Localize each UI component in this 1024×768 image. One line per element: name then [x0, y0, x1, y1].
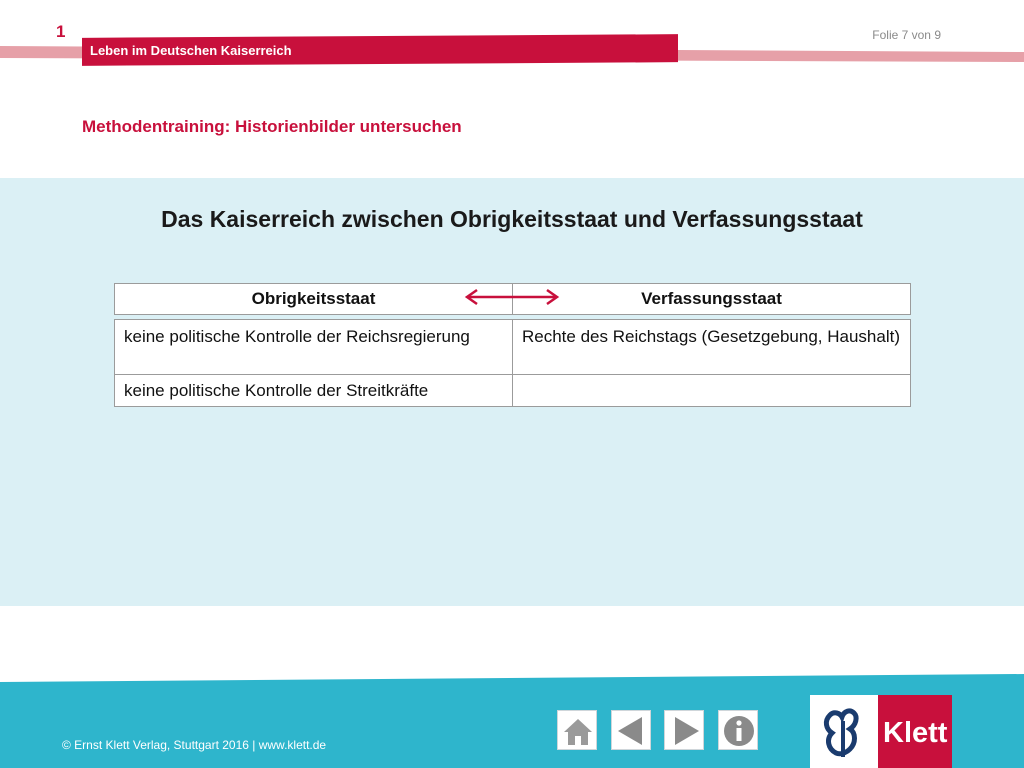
chapter-number: 1 [56, 22, 66, 41]
chapter-title: Leben im Deutschen Kaiserreich [90, 43, 292, 58]
table-cell [512, 374, 911, 407]
arrow-left-icon [618, 717, 642, 745]
copyright-text: © Ernst Klett Verlag, Stuttgart 2016 | w… [62, 738, 327, 752]
slide-heading: Das Kaiserreich zwischen Obrigkeitsstaat… [161, 206, 863, 232]
info-button[interactable] [718, 710, 758, 750]
slide-counter: Folie 7 von 9 [872, 28, 941, 42]
previous-button[interactable] [611, 710, 651, 750]
table-header-obrigkeitsstaat: Obrigkeitsstaat [114, 283, 513, 315]
double-arrow-icon [464, 288, 560, 306]
table-cell: keine politische Kontrolle der Reichsreg… [114, 319, 513, 375]
arrow-right-icon [675, 717, 699, 745]
section-subtitle: Methodentraining: Historienbilder unters… [82, 117, 462, 136]
next-button[interactable] [664, 710, 704, 750]
table-cell: keine politische Kontrolle der Streitkrä… [114, 374, 513, 407]
home-icon [564, 719, 592, 745]
logo-text: Klett [883, 717, 948, 749]
klett-logo[interactable]: Klett [810, 695, 952, 768]
klett-emblem-icon [823, 708, 859, 757]
home-button[interactable] [557, 710, 597, 750]
table-cell: Rechte des Reichstags (Gesetzgebung, Hau… [512, 319, 911, 375]
table-header-verfassungsstaat: Verfassungsstaat [512, 283, 911, 315]
info-icon [724, 716, 754, 746]
